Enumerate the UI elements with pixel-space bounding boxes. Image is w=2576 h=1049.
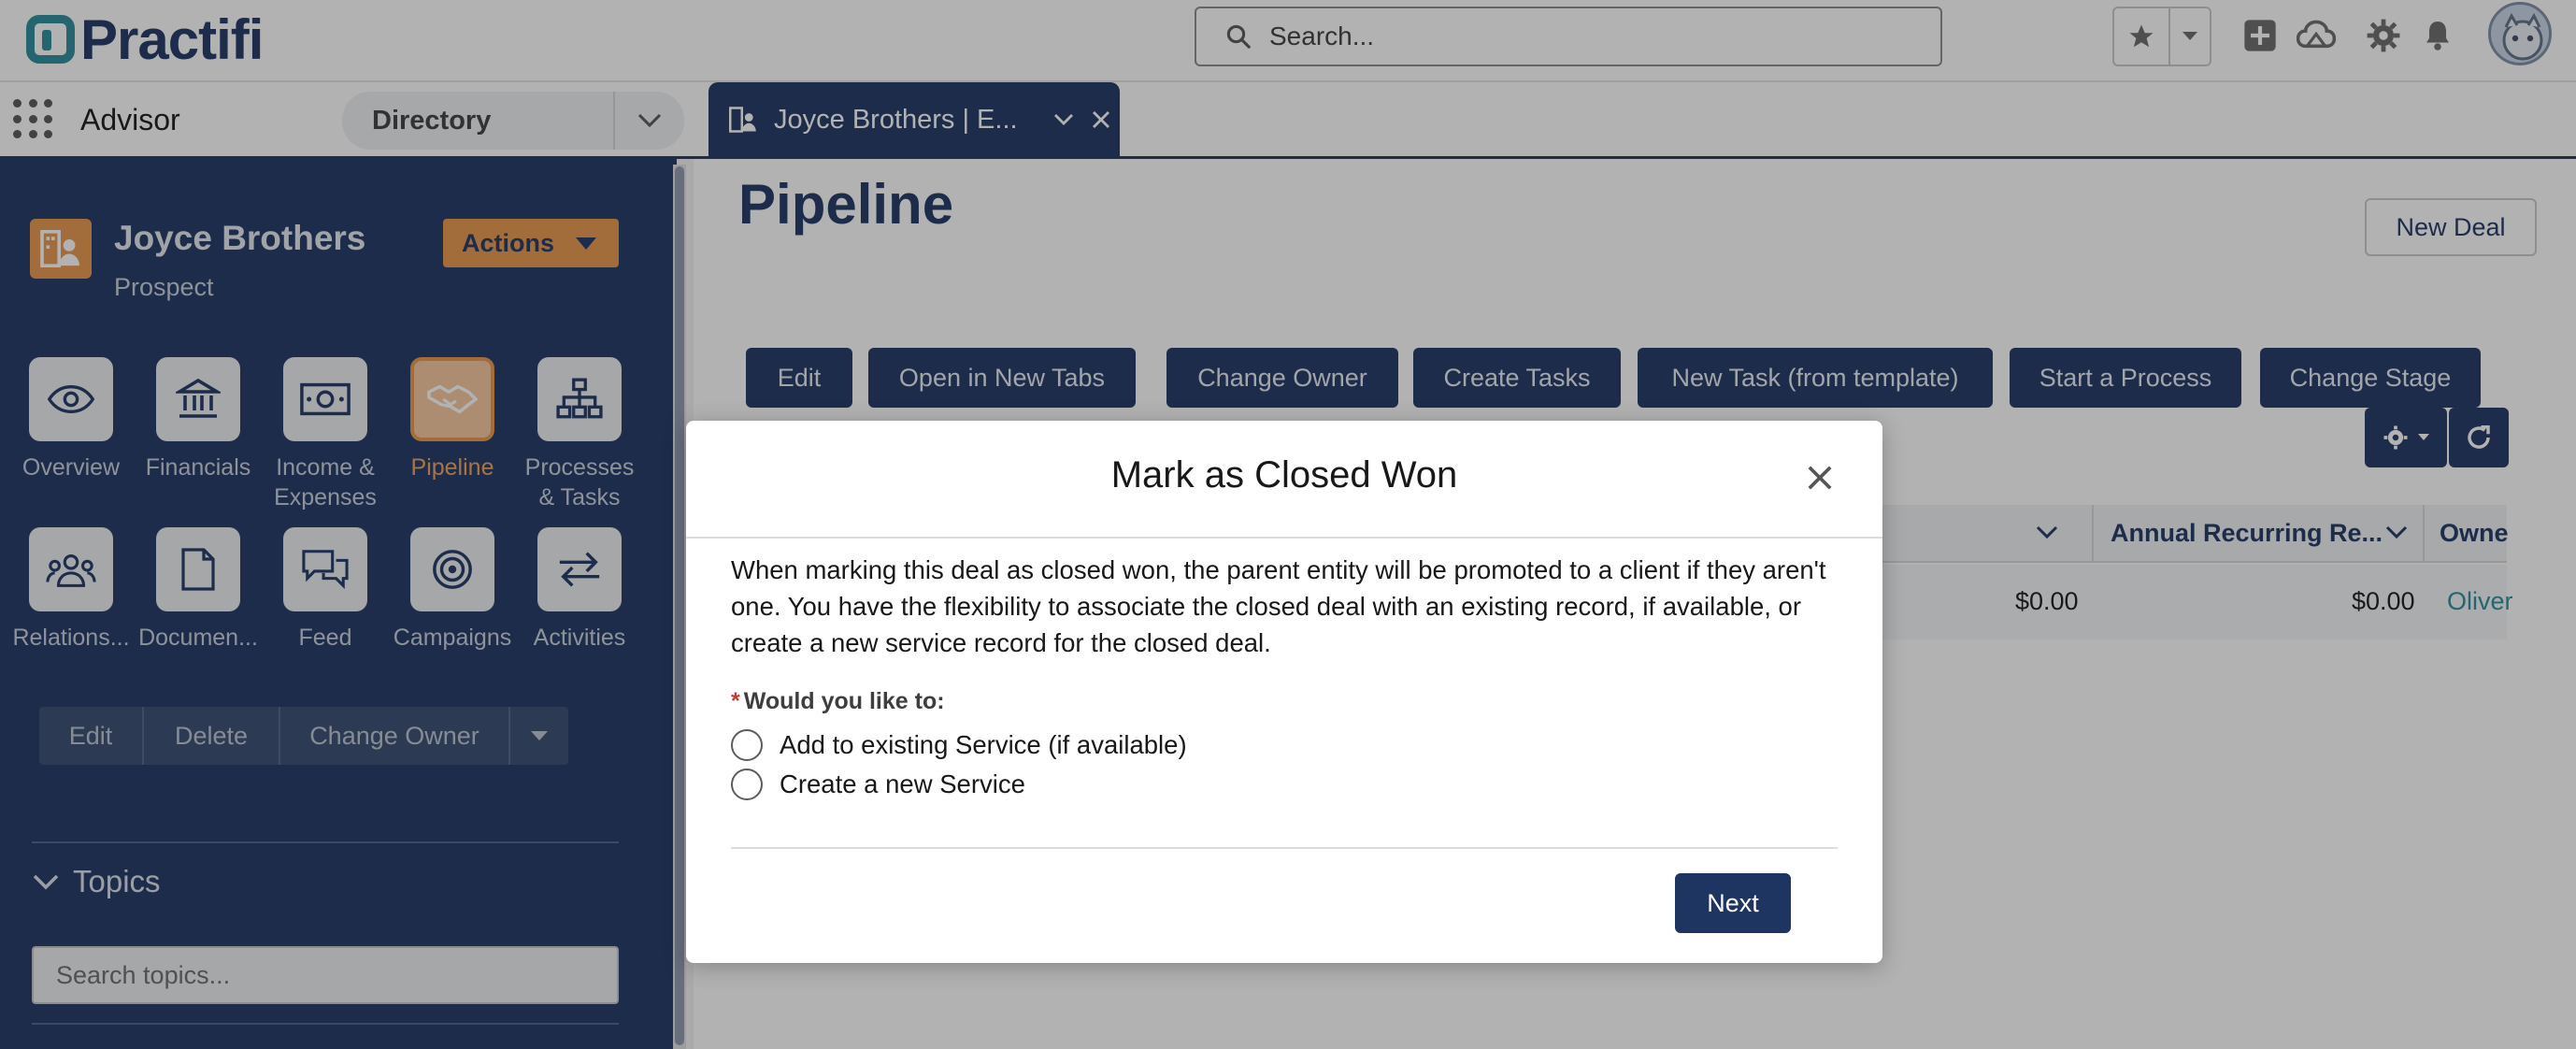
question-text: Would you like to: <box>743 688 945 714</box>
radio-button[interactable] <box>731 769 763 800</box>
modal-divider <box>686 537 1882 539</box>
mark-closed-won-modal: Mark as Closed Won When marking this dea… <box>686 421 1882 963</box>
radio-button[interactable] <box>731 729 763 761</box>
modal-close-button[interactable] <box>1796 454 1843 501</box>
option-add-existing-service[interactable]: Add to existing Service (if available) <box>731 729 1187 761</box>
next-button[interactable]: Next <box>1675 873 1791 933</box>
option-label: Create a new Service <box>780 769 1025 798</box>
close-icon <box>1808 466 1832 490</box>
modal-title: Mark as Closed Won <box>1110 454 1458 496</box>
modal-divider <box>731 847 1838 849</box>
option-create-new-service[interactable]: Create a new Service <box>731 769 1025 800</box>
modal-description: When marking this deal as closed won, th… <box>731 555 1826 657</box>
required-marker: * <box>731 688 740 714</box>
option-label: Add to existing Service (if available) <box>780 730 1187 759</box>
question-label: * Would you like to: <box>731 688 945 715</box>
